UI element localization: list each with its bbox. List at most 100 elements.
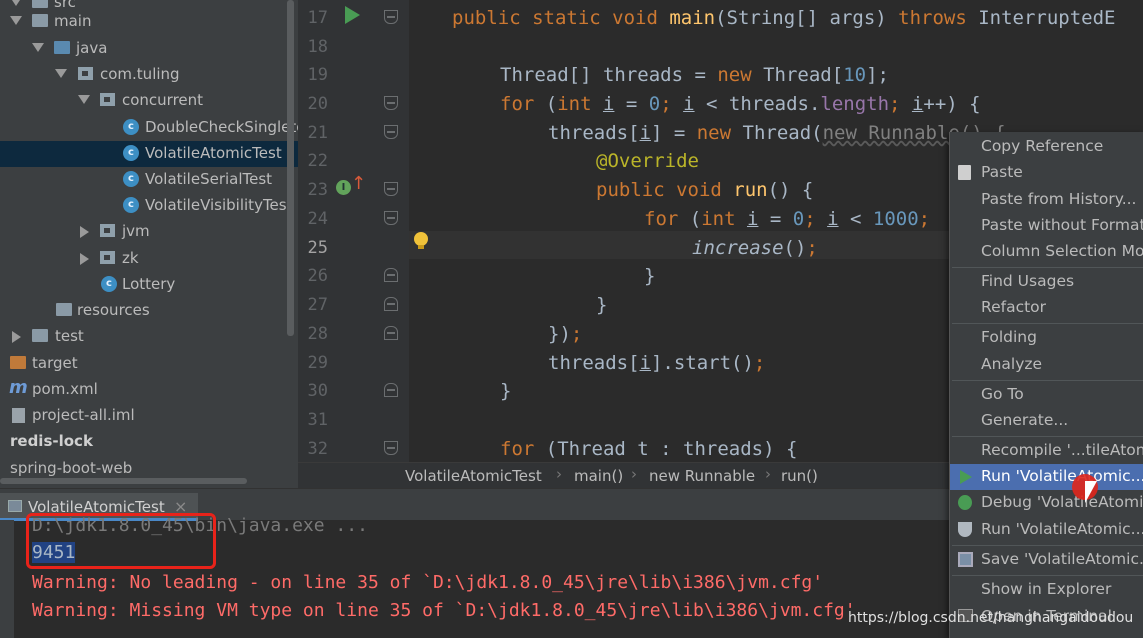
lightbulb-icon[interactable] — [414, 232, 428, 249]
menu-item-paste[interactable]: Paste — [950, 160, 1143, 186]
line-number: 28 — [307, 324, 328, 344]
menu-item-recompile[interactable]: Recompile '...tileAtomicTest.java' — [950, 438, 1143, 464]
chevron-down-icon[interactable] — [10, 0, 22, 6]
menu-item-folding[interactable]: Folding — [950, 325, 1143, 351]
tree-item-zk[interactable]: zk — [0, 246, 298, 272]
line-number: 31 — [307, 410, 328, 430]
menu-item-debug[interactable]: Debug 'VolatileAtomic....main()' — [950, 490, 1143, 516]
menu-item-analyze[interactable]: Analyze — [950, 352, 1143, 378]
fold-icon[interactable] — [384, 182, 398, 196]
tree-item-target[interactable]: target — [0, 351, 298, 377]
menu-separator — [952, 575, 1143, 576]
code-line[interactable]: } — [500, 377, 511, 405]
project-tree[interactable]: src main java com.tuling concurrent c Do… — [0, 0, 298, 488]
code-line[interactable]: } — [644, 262, 655, 290]
watermark: https://blog.csdn.net/hanghangaidoudou — [848, 610, 1134, 626]
code-line[interactable]: threads[i].start(); — [548, 349, 765, 377]
menu-item-refactor[interactable]: Refactor — [950, 295, 1143, 321]
breadcrumb-item[interactable]: new Runnable — [649, 467, 755, 485]
menu-item-copy-reference[interactable]: Copy Reference — [950, 134, 1143, 160]
coverage-icon — [958, 522, 972, 537]
menu-item-column-selection-mode[interactable]: Column Selection Mode — [950, 239, 1143, 265]
code-line[interactable]: threads[i] = new Thread(new Runnable() { — [548, 119, 1006, 147]
tree-item-resources[interactable]: resources — [0, 298, 298, 324]
chevron-down-icon[interactable] — [55, 69, 67, 78]
console-warning: Warning: Missing VM type on line 35 of `… — [32, 600, 856, 621]
paste-icon — [958, 165, 971, 180]
tree-item-lottery[interactable]: c Lottery — [0, 272, 298, 298]
tree-item-concurrent[interactable]: concurrent — [0, 88, 298, 114]
menu-item-paste-from-history[interactable]: Paste from History... — [950, 187, 1143, 213]
menu-separator — [952, 436, 1143, 437]
fold-icon[interactable] — [384, 297, 398, 311]
tree-item-redis-lock[interactable]: redis-lock — [0, 429, 298, 455]
chevron-down-icon[interactable] — [10, 16, 22, 25]
run-gutter-icon[interactable] — [345, 6, 360, 24]
line-number: 19 — [307, 65, 328, 85]
mouse-cursor-icon — [1085, 481, 1097, 503]
tree-item-iml[interactable]: project-all.iml — [0, 403, 298, 429]
tree-horizontal-scrollbar[interactable] — [0, 478, 247, 484]
class-icon: c — [123, 171, 139, 187]
chevron-right-icon: › — [631, 465, 637, 483]
fold-icon[interactable] — [384, 96, 398, 110]
code-line[interactable]: }); — [548, 320, 582, 348]
maven-icon: m — [9, 377, 28, 398]
code-line[interactable]: } — [596, 291, 607, 319]
code-line[interactable]: public void run() { — [596, 176, 813, 204]
folder-icon — [32, 14, 48, 27]
code-line[interactable]: Thread[] threads = new Thread[10]; — [500, 61, 889, 89]
fold-icon[interactable] — [384, 326, 398, 340]
chevron-right-icon[interactable] — [80, 226, 89, 238]
tree-item-volatileserialtest[interactable]: c VolatileSerialTest — [0, 167, 298, 193]
breadcrumb-item[interactable]: run() — [781, 467, 818, 485]
menu-item-go-to[interactable]: Go To — [950, 382, 1143, 408]
fold-icon[interactable] — [384, 383, 398, 397]
chevron-down-icon[interactable] — [78, 95, 90, 104]
code-line[interactable]: public static void main(String[] args) t… — [452, 4, 1116, 32]
class-icon: c — [123, 197, 139, 213]
breadcrumb-item[interactable]: main() — [574, 467, 623, 485]
tree-item-java[interactable]: java — [0, 36, 298, 62]
chevron-right-icon: › — [765, 465, 771, 483]
menu-item-save-configuration[interactable]: Save 'VolatileAtomic....main()' — [950, 547, 1143, 573]
fold-icon[interactable] — [384, 441, 398, 455]
fold-icon[interactable] — [384, 268, 398, 282]
class-icon: c — [101, 276, 117, 292]
menu-item-find-usages[interactable]: Find Usages — [950, 269, 1143, 295]
breadcrumb-item[interactable]: VolatileAtomicTest — [405, 467, 542, 485]
tree-item-volatilevisibilitytest[interactable]: c VolatileVisibilityTest — [0, 193, 298, 219]
tree-item-volatileatomictest[interactable]: c VolatileAtomicTest — [0, 141, 298, 167]
fold-icon[interactable] — [384, 10, 398, 24]
implements-icon[interactable]: I — [336, 180, 351, 195]
menu-item-show-in-explorer[interactable]: Show in Explorer — [950, 577, 1143, 603]
editor-gutter[interactable]: 17 18 19 20 21 22 23 24 25 26 27 28 29 3… — [298, 0, 409, 462]
tree-item-pom[interactable]: m pom.xml — [0, 377, 298, 403]
code-line[interactable]: increase(); — [692, 234, 818, 262]
tree-item-test[interactable]: test — [0, 324, 298, 350]
fold-icon[interactable] — [384, 125, 398, 139]
line-number: 27 — [307, 295, 328, 315]
chevron-right-icon[interactable] — [12, 331, 21, 343]
tree-item-jvm[interactable]: jvm — [0, 219, 298, 245]
chevron-down-icon[interactable] — [32, 43, 44, 52]
folder-icon — [32, 329, 48, 342]
save-icon — [958, 552, 973, 567]
run-config-icon — [8, 500, 22, 512]
fold-icon[interactable] — [384, 211, 398, 225]
code-line[interactable]: @Override — [596, 147, 699, 175]
code-line[interactable]: for (Thread t : threads) { — [500, 435, 797, 462]
code-line[interactable]: for (int i = 0; i < 1000; — [644, 205, 930, 233]
menu-item-run[interactable]: Run 'VolatileAtomic....main()' — [950, 464, 1143, 490]
menu-item-paste-without-formatting[interactable]: Paste without Formatting — [950, 213, 1143, 239]
tree-item-main[interactable]: main — [0, 9, 298, 35]
code-line[interactable]: for (int i = 0; i < threads.length; i++)… — [500, 90, 981, 118]
tree-vertical-scrollbar[interactable] — [287, 0, 294, 336]
chevron-right-icon[interactable] — [80, 253, 89, 265]
tree-item-com-tuling[interactable]: com.tuling — [0, 62, 298, 88]
package-icon — [100, 251, 115, 264]
override-arrow-icon[interactable]: ↑ — [351, 175, 366, 193]
menu-item-generate[interactable]: Generate... — [950, 408, 1143, 434]
menu-item-run-with-coverage[interactable]: Run 'VolatileAtomic....main()' with Cove… — [950, 517, 1143, 543]
tree-item-doublechecksingleton[interactable]: c DoubleCheckSingleton — [0, 115, 298, 141]
